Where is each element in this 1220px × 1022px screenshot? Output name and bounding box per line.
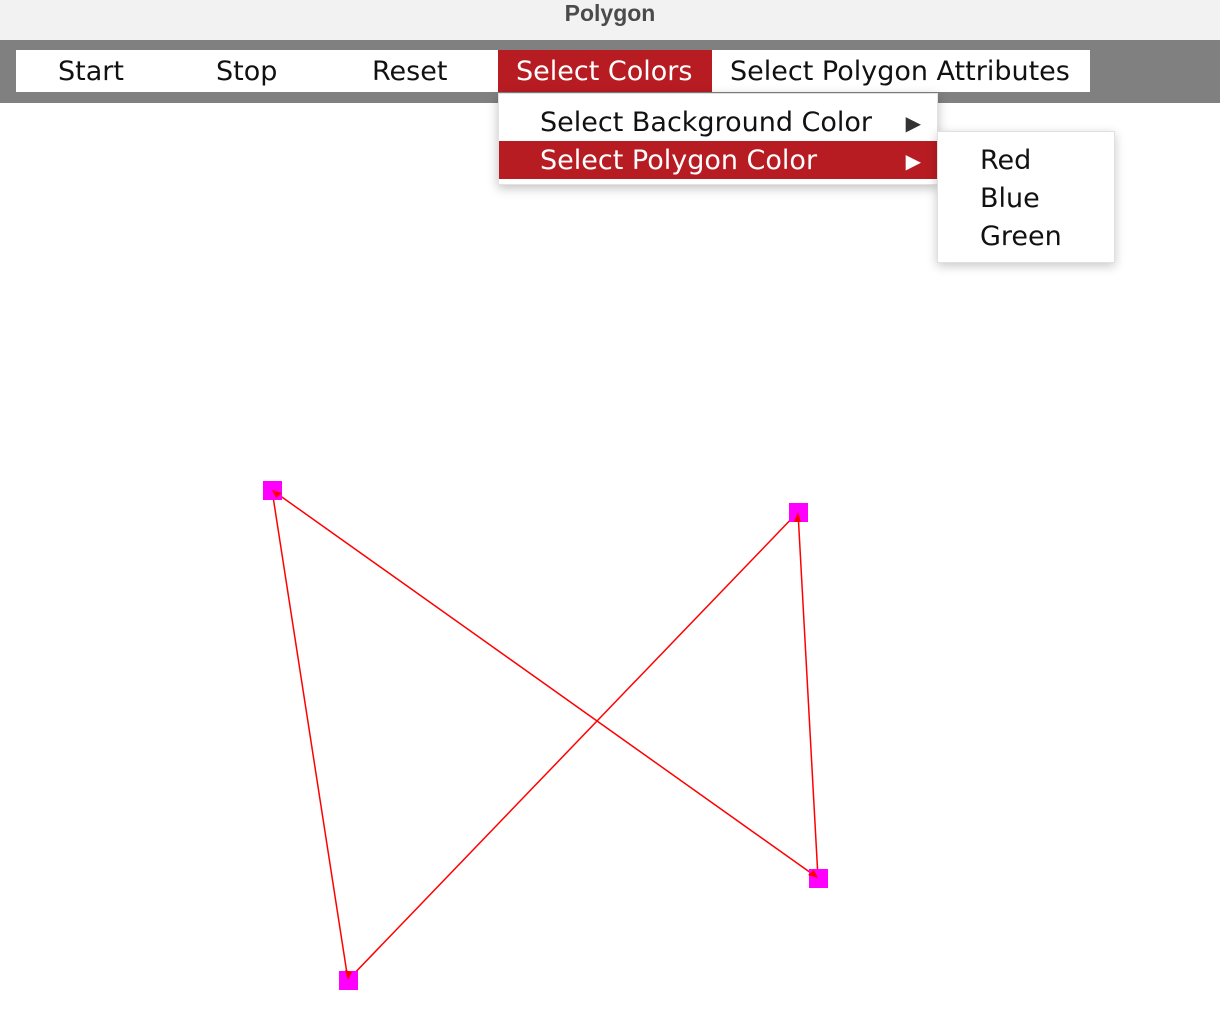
polygon-edge bbox=[271, 489, 349, 981]
menu-select-polygon-attributes[interactable]: Select Polygon Attributes bbox=[712, 50, 1090, 92]
menu-stop-label: Stop bbox=[216, 56, 278, 87]
drawing-canvas[interactable] bbox=[0, 103, 1220, 1022]
window-title: Polygon bbox=[564, 0, 656, 26]
polygon bbox=[271, 489, 819, 981]
menu-select-colors[interactable]: Select Colors bbox=[498, 50, 712, 92]
title-bar[interactable]: Polygon bbox=[0, 0, 1220, 41]
menu-bar: Start Stop Reset Select Colors Select Po… bbox=[16, 50, 1090, 92]
menu-start-label: Start bbox=[58, 56, 124, 87]
polygon-vertices bbox=[263, 481, 828, 990]
menu-select-colors-label: Select Colors bbox=[516, 56, 693, 87]
menu-reset-label: Reset bbox=[372, 56, 448, 87]
app-window: Polygon Start Stop Reset Select Colors S… bbox=[0, 0, 1220, 1022]
edge-arrowheads bbox=[272, 490, 818, 980]
polygon-edge bbox=[271, 489, 819, 879]
menu-stop[interactable]: Stop bbox=[166, 50, 321, 92]
menu-reset[interactable]: Reset bbox=[321, 50, 498, 92]
menu-select-polygon-attributes-label: Select Polygon Attributes bbox=[730, 56, 1070, 87]
menu-start[interactable]: Start bbox=[16, 50, 166, 92]
polygon-edge bbox=[347, 511, 799, 981]
polygon-edge bbox=[797, 511, 819, 879]
